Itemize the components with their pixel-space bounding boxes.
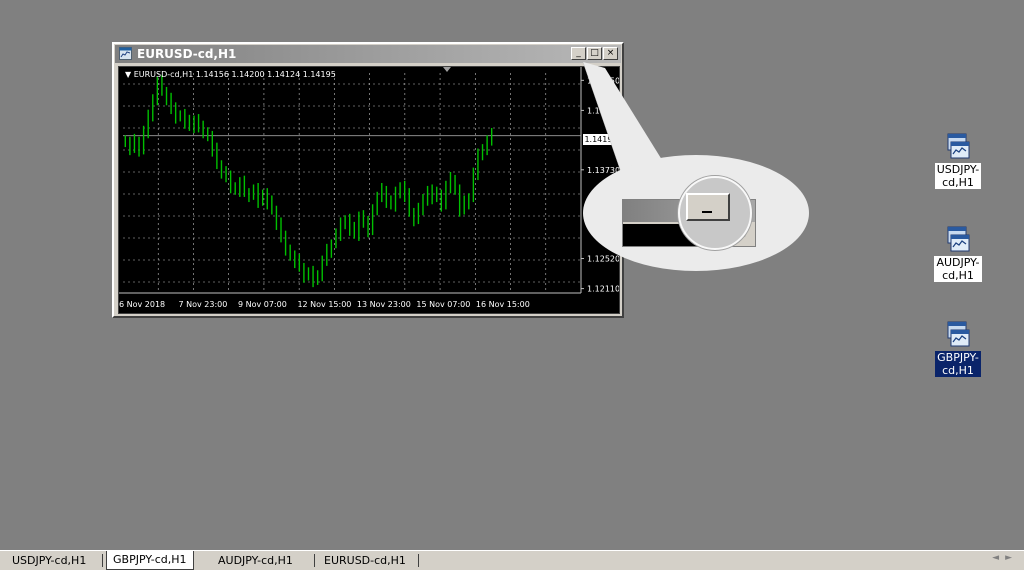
tab-gbpjpy[interactable]: GBPJPY-cd,H1 [106, 551, 194, 570]
close-button[interactable]: × [603, 47, 618, 60]
zoomed-minimize-icon [702, 211, 712, 213]
scroll-right-icon[interactable]: ► [1005, 553, 1018, 563]
tab-scroll-arrows[interactable]: ◄► [992, 553, 1018, 563]
tab-separator [102, 554, 103, 567]
chart-window-icon [944, 133, 972, 161]
y-tick-label: 1.12520 [587, 255, 619, 264]
chart-tab-bar: USDJPY-cd,H1 GBPJPY-cd,H1 AUDJPY-cd,H1 E… [0, 550, 1024, 570]
x-tick-label: 9 Nov 07:00 [238, 300, 287, 309]
minimize-button[interactable]: _ [571, 47, 586, 60]
tab-audjpy[interactable]: AUDJPY-cd,H1 [212, 552, 299, 569]
minimize-icon: _ [576, 48, 581, 58]
window-title: EURUSD-cd,H1 [137, 47, 237, 61]
icon-label: USDJPY-cd,H1 [934, 163, 982, 189]
chart-window-icon [944, 226, 972, 254]
icon-label: GBPJPY-cd,H1 [935, 351, 981, 377]
x-tick-label: 6 Nov 2018 [119, 300, 165, 309]
x-tick-label: 13 Nov 23:00 [357, 300, 411, 309]
x-tick-label: 15 Nov 07:00 [416, 300, 470, 309]
price-chart[interactable]: 1.149501.145401.137301.125201.121106 Nov… [118, 66, 620, 314]
y-tick-label: 1.12110 [587, 285, 619, 294]
minimized-chart-usdjpy[interactable]: USDJPY-cd,H1 [926, 133, 990, 190]
x-tick-label: 16 Nov 15:00 [476, 300, 530, 309]
collapse-arrow-icon: ▼ [125, 70, 134, 79]
window-titlebar[interactable]: EURUSD-cd,H1 _ □ × [115, 45, 621, 63]
icon-label: AUDJPY-cd,H1 [934, 256, 982, 282]
ohlc-text: EURUSD-cd,H1 1.14156 1.14200 1.14124 1.1… [133, 70, 336, 79]
x-tick-label: 12 Nov 15:00 [297, 300, 351, 309]
chart-canvas[interactable]: 1.149501.145401.137301.125201.121106 Nov… [119, 67, 619, 313]
ohlc-readout: ▼ EURUSD-cd,H1 1.14156 1.14200 1.14124 1… [125, 70, 336, 79]
tab-usdjpy[interactable]: USDJPY-cd,H1 [6, 552, 92, 569]
minimized-chart-gbpjpy[interactable]: GBPJPY-cd,H1 [926, 321, 990, 378]
close-icon: × [606, 48, 615, 58]
tab-eurusd[interactable]: EURUSD-cd,H1 [318, 552, 412, 569]
tab-separator [418, 554, 419, 567]
scroll-left-icon[interactable]: ◄ [992, 553, 1005, 563]
chart-window-icon [119, 47, 132, 60]
tab-separator [314, 554, 315, 567]
chart-window-icon [944, 321, 972, 349]
maximize-button[interactable]: □ [587, 47, 602, 60]
chart-shift-marker [443, 67, 451, 72]
chart-window[interactable]: EURUSD-cd,H1 _ □ × 1.149501.145401.13730… [112, 42, 624, 318]
zoomed-minimize-button [686, 193, 730, 221]
maximize-icon: □ [590, 48, 599, 58]
minimized-chart-audjpy[interactable]: AUDJPY-cd,H1 [926, 226, 990, 283]
x-tick-label: 7 Nov 23:00 [178, 300, 227, 309]
